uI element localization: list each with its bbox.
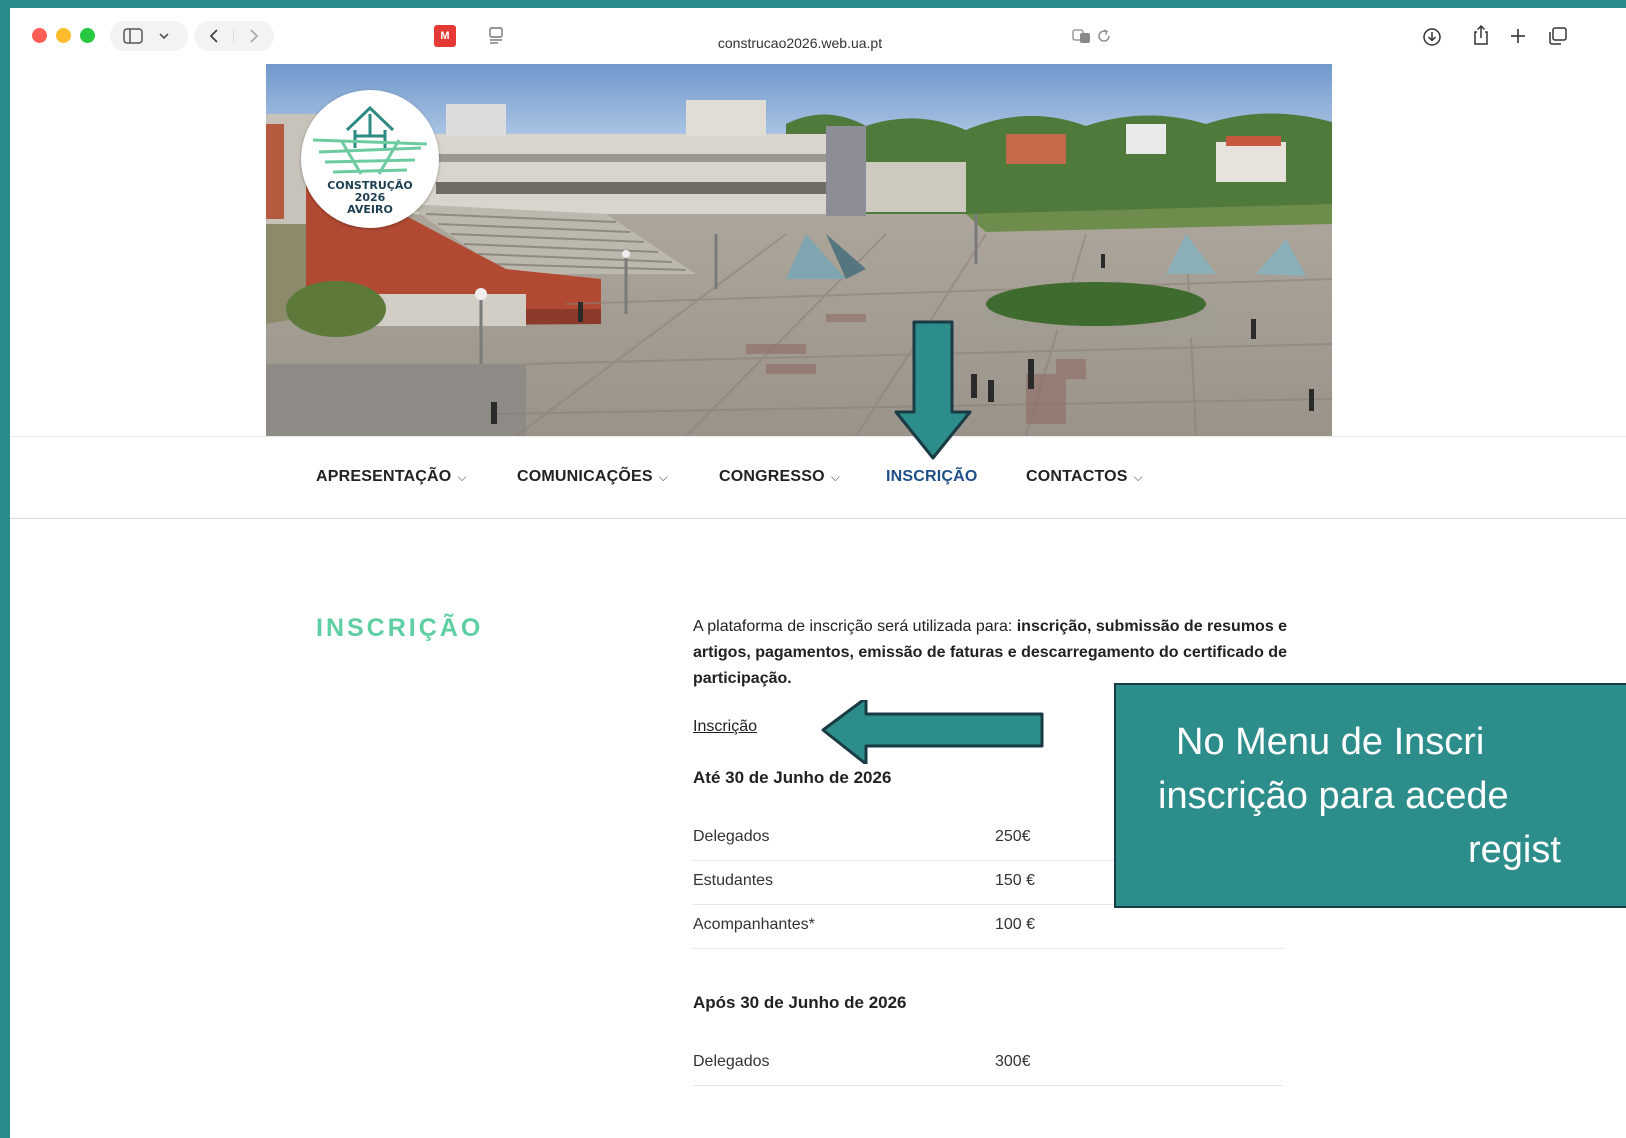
annotation-callout: No Menu de Inscri inscrição para acede r… xyxy=(1114,683,1626,908)
price-row-value: 100 € xyxy=(995,916,1036,933)
price-row-value: 300€ xyxy=(995,1053,1031,1070)
intro-plain-text: A plataforma de inscrição será utilizada… xyxy=(693,618,1017,635)
nav-item-comunicacoes[interactable]: COMUNICAÇÕES ⌵ xyxy=(517,468,668,486)
history-nav-group xyxy=(194,21,274,51)
nav-label: CONGRESSO xyxy=(719,468,825,485)
nav-label: APRESENTAÇÃO xyxy=(316,468,452,485)
price-row: Acompanhantes* 100 € xyxy=(693,904,1283,949)
download-icon[interactable] xyxy=(1422,27,1442,47)
nav-item-contactos[interactable]: CONTACTOS ⌵ xyxy=(1026,468,1143,486)
price-row-value: 250€ xyxy=(995,828,1031,845)
back-icon[interactable] xyxy=(208,28,220,44)
sidebar-toggle-group[interactable] xyxy=(110,21,188,51)
price-row-label: Estudantes xyxy=(693,872,774,889)
logo-text-line3: AVEIRO xyxy=(347,203,393,216)
site-logo[interactable]: CONSTRUÇÃO 2026 AVEIRO xyxy=(301,90,439,228)
callout-line1: No Menu de Inscri xyxy=(1176,721,1485,763)
nav-item-apresentacao[interactable]: APRESENTAÇÃO ⌵ xyxy=(316,468,467,486)
sidebar-icon xyxy=(123,28,143,44)
nav-item-inscricao[interactable]: INSCRIÇÃO xyxy=(886,468,978,486)
nav-label: INSCRIÇÃO xyxy=(886,468,978,485)
nav-top-divider xyxy=(10,436,1626,437)
logo-emblem-icon xyxy=(312,105,428,175)
intro-paragraph: A plataforma de inscrição será utilizada… xyxy=(693,614,1293,692)
callout-line3: regist xyxy=(1468,829,1561,871)
annotation-down-arrow-icon xyxy=(894,320,972,460)
price-row: Delegados 300€ xyxy=(693,1041,1283,1086)
new-tab-icon[interactable] xyxy=(1510,28,1526,44)
close-window-button[interactable] xyxy=(32,28,47,43)
chevron-down-icon xyxy=(159,33,169,40)
mcafee-icon[interactable]: M xyxy=(434,25,456,47)
forward-icon[interactable] xyxy=(248,28,260,44)
zoom-window-button[interactable] xyxy=(80,28,95,43)
page-title: INSCRIÇÃO xyxy=(316,614,484,642)
chevron-down-icon: ⌵ xyxy=(830,470,841,484)
price-row-label: Delegados xyxy=(693,828,770,845)
chevron-down-icon: ⌵ xyxy=(1133,470,1143,484)
chevron-down-icon: ⌵ xyxy=(457,470,467,484)
url-field[interactable]: construcao2026.web.ua.pt xyxy=(650,36,950,50)
nav-bottom-divider xyxy=(10,518,1626,519)
share-icon[interactable] xyxy=(1472,24,1490,46)
price-row-label: Delegados xyxy=(693,1053,770,1070)
section-heading-after-deadline: Após 30 de Junho de 2026 xyxy=(693,993,907,1012)
section-heading-before-deadline: Até 30 de Junho de 2026 xyxy=(693,768,892,787)
tabs-overview-icon[interactable] xyxy=(1548,27,1568,45)
chevron-down-icon: ⌵ xyxy=(658,470,669,484)
nav-item-congresso[interactable]: CONGRESSO ⌵ xyxy=(719,468,840,486)
price-row-value: 150 € xyxy=(995,872,1036,889)
browser-toolbar: M construcao2026.web.ua.pt xyxy=(10,8,1626,64)
registration-link[interactable]: Inscrição xyxy=(693,716,757,738)
minimize-window-button[interactable] xyxy=(56,28,71,43)
callout-line2: inscrição para acede xyxy=(1158,775,1509,817)
nav-label: CONTACTOS xyxy=(1026,468,1128,485)
reader-icon[interactable] xyxy=(488,27,504,45)
reload-icon[interactable] xyxy=(1096,28,1112,44)
price-row-label: Acompanhantes* xyxy=(693,916,815,933)
translate-icon[interactable] xyxy=(1072,28,1092,44)
annotation-left-arrow-icon xyxy=(821,700,1044,764)
nav-label: COMUNICAÇÕES xyxy=(517,468,653,485)
